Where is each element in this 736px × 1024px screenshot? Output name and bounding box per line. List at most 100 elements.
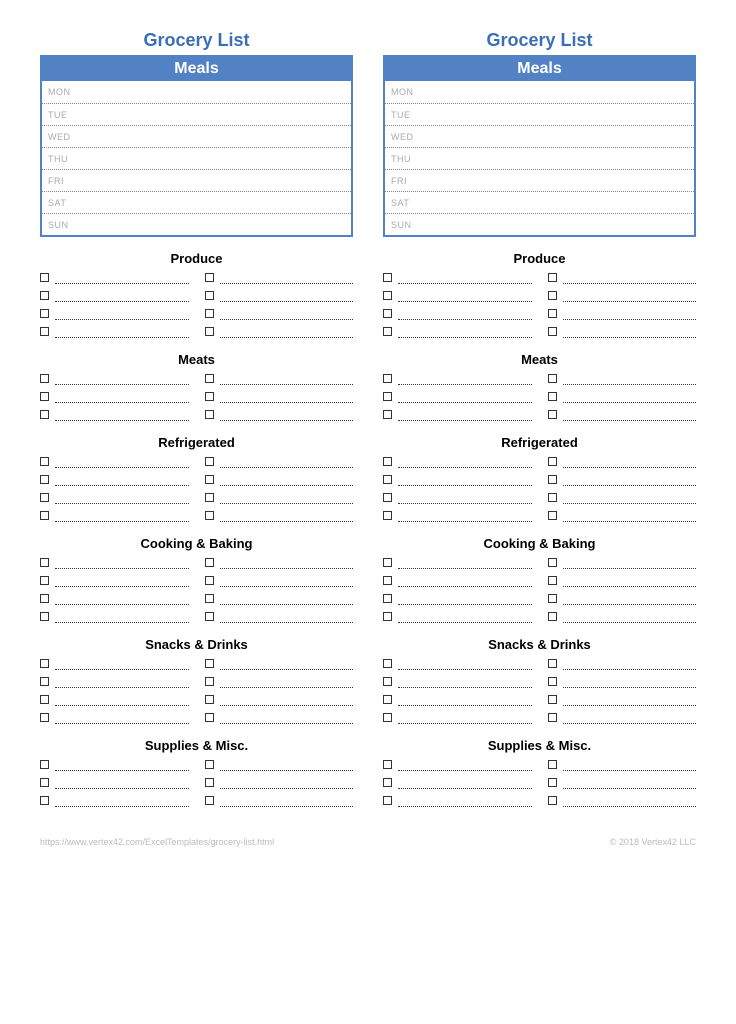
list-item[interactable] bbox=[40, 575, 189, 587]
checkbox-icon[interactable] bbox=[205, 309, 214, 318]
list-item[interactable] bbox=[548, 611, 697, 623]
checkbox-icon[interactable] bbox=[205, 273, 214, 282]
checkbox-icon[interactable] bbox=[383, 695, 392, 704]
checkbox-icon[interactable] bbox=[383, 576, 392, 585]
checkbox-icon[interactable] bbox=[548, 778, 557, 787]
item-line[interactable] bbox=[563, 658, 697, 670]
checkbox-icon[interactable] bbox=[40, 778, 49, 787]
checkbox-icon[interactable] bbox=[383, 457, 392, 466]
list-item[interactable] bbox=[548, 308, 697, 320]
list-item[interactable] bbox=[205, 391, 354, 403]
list-item[interactable] bbox=[40, 272, 189, 284]
checkbox-icon[interactable] bbox=[40, 410, 49, 419]
item-line[interactable] bbox=[220, 409, 354, 421]
item-line[interactable] bbox=[55, 795, 189, 807]
checkbox-icon[interactable] bbox=[548, 475, 557, 484]
checkbox-icon[interactable] bbox=[548, 576, 557, 585]
item-line[interactable] bbox=[563, 308, 697, 320]
list-item[interactable] bbox=[40, 694, 189, 706]
list-item[interactable] bbox=[383, 694, 532, 706]
checkbox-icon[interactable] bbox=[383, 392, 392, 401]
item-line[interactable] bbox=[563, 492, 697, 504]
list-item[interactable] bbox=[40, 391, 189, 403]
list-item[interactable] bbox=[383, 712, 532, 724]
checkbox-icon[interactable] bbox=[548, 695, 557, 704]
checkbox-icon[interactable] bbox=[383, 612, 392, 621]
list-item[interactable] bbox=[383, 611, 532, 623]
checkbox-icon[interactable] bbox=[548, 410, 557, 419]
checkbox-icon[interactable] bbox=[548, 511, 557, 520]
checkbox-icon[interactable] bbox=[205, 594, 214, 603]
item-line[interactable] bbox=[398, 795, 532, 807]
list-item[interactable] bbox=[40, 326, 189, 338]
list-item[interactable] bbox=[548, 557, 697, 569]
checkbox-icon[interactable] bbox=[383, 796, 392, 805]
checkbox-icon[interactable] bbox=[548, 594, 557, 603]
meal-row[interactable]: THU bbox=[42, 147, 351, 169]
checkbox-icon[interactable] bbox=[383, 291, 392, 300]
checkbox-icon[interactable] bbox=[205, 796, 214, 805]
list-item[interactable] bbox=[40, 611, 189, 623]
checkbox-icon[interactable] bbox=[40, 273, 49, 282]
item-line[interactable] bbox=[563, 510, 697, 522]
list-item[interactable] bbox=[205, 611, 354, 623]
list-item[interactable] bbox=[40, 676, 189, 688]
checkbox-icon[interactable] bbox=[383, 493, 392, 502]
item-line[interactable] bbox=[398, 712, 532, 724]
list-item[interactable] bbox=[548, 510, 697, 522]
item-line[interactable] bbox=[55, 676, 189, 688]
checkbox-icon[interactable] bbox=[40, 576, 49, 585]
list-item[interactable] bbox=[383, 492, 532, 504]
item-line[interactable] bbox=[55, 272, 189, 284]
list-item[interactable] bbox=[383, 759, 532, 771]
meal-row[interactable]: SUN bbox=[385, 213, 694, 235]
item-line[interactable] bbox=[398, 658, 532, 670]
item-line[interactable] bbox=[398, 326, 532, 338]
checkbox-icon[interactable] bbox=[40, 558, 49, 567]
list-item[interactable] bbox=[548, 575, 697, 587]
list-item[interactable] bbox=[205, 593, 354, 605]
item-line[interactable] bbox=[220, 759, 354, 771]
list-item[interactable] bbox=[205, 492, 354, 504]
list-item[interactable] bbox=[383, 474, 532, 486]
checkbox-icon[interactable] bbox=[40, 695, 49, 704]
checkbox-icon[interactable] bbox=[548, 374, 557, 383]
item-line[interactable] bbox=[563, 593, 697, 605]
checkbox-icon[interactable] bbox=[205, 713, 214, 722]
checkbox-icon[interactable] bbox=[40, 796, 49, 805]
item-line[interactable] bbox=[220, 557, 354, 569]
list-item[interactable] bbox=[40, 456, 189, 468]
item-line[interactable] bbox=[398, 557, 532, 569]
checkbox-icon[interactable] bbox=[40, 374, 49, 383]
item-line[interactable] bbox=[563, 391, 697, 403]
checkbox-icon[interactable] bbox=[383, 778, 392, 787]
item-line[interactable] bbox=[563, 409, 697, 421]
checkbox-icon[interactable] bbox=[383, 309, 392, 318]
list-item[interactable] bbox=[383, 456, 532, 468]
checkbox-icon[interactable] bbox=[383, 713, 392, 722]
list-item[interactable] bbox=[40, 712, 189, 724]
item-line[interactable] bbox=[563, 694, 697, 706]
checkbox-icon[interactable] bbox=[205, 677, 214, 686]
checkbox-icon[interactable] bbox=[383, 659, 392, 668]
list-item[interactable] bbox=[40, 290, 189, 302]
list-item[interactable] bbox=[205, 272, 354, 284]
list-item[interactable] bbox=[383, 510, 532, 522]
item-line[interactable] bbox=[563, 557, 697, 569]
list-item[interactable] bbox=[548, 676, 697, 688]
list-item[interactable] bbox=[548, 492, 697, 504]
list-item[interactable] bbox=[548, 777, 697, 789]
item-line[interactable] bbox=[220, 308, 354, 320]
item-line[interactable] bbox=[55, 290, 189, 302]
list-item[interactable] bbox=[205, 290, 354, 302]
item-line[interactable] bbox=[220, 777, 354, 789]
checkbox-icon[interactable] bbox=[548, 309, 557, 318]
checkbox-icon[interactable] bbox=[548, 327, 557, 336]
checkbox-icon[interactable] bbox=[383, 475, 392, 484]
checkbox-icon[interactable] bbox=[40, 760, 49, 769]
item-line[interactable] bbox=[563, 712, 697, 724]
list-item[interactable] bbox=[205, 759, 354, 771]
list-item[interactable] bbox=[383, 373, 532, 385]
checkbox-icon[interactable] bbox=[383, 273, 392, 282]
list-item[interactable] bbox=[40, 795, 189, 807]
